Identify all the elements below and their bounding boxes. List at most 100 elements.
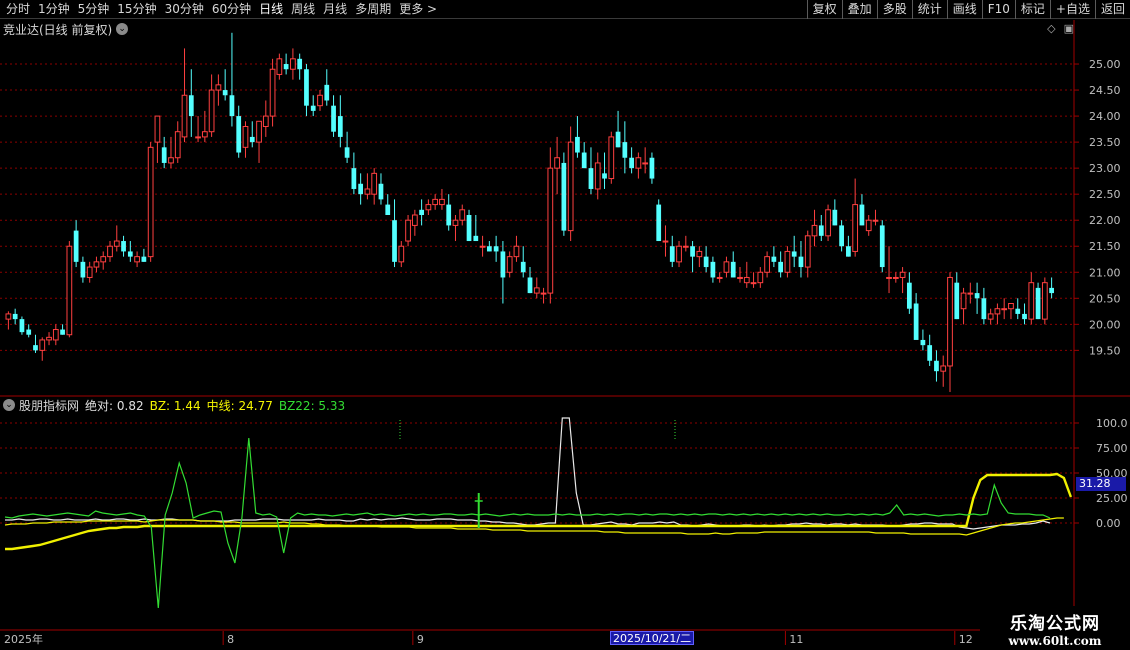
candle-body [602,173,607,179]
candle-body [331,105,336,132]
candle-body [201,131,208,138]
candle-body [567,141,574,232]
candle-body [737,276,743,279]
candle-body [987,313,994,320]
candle-body [818,225,824,236]
candle-body [527,277,533,294]
candle-body [865,219,872,232]
indicator-values: 绝对: 0.82 BZ: 1.44 中线: 24.77 BZ22: 5.33 [85,397,351,414]
candle-body [682,245,689,248]
indicator-field-2: 中线: 24.77 [206,398,273,413]
x-tick-label: 2025年 [4,632,43,646]
candle-body [852,204,859,252]
candle-body [778,261,784,273]
candle-body [236,116,242,153]
candle-body [872,219,879,222]
candle-body [1008,303,1014,310]
candle-body [784,250,791,273]
candle-body [446,204,452,226]
candle-body [811,224,818,237]
candle-body [371,172,378,195]
crosshair-date-label: 2025/10/21/二 [610,631,695,645]
main-y-tick-label: 23.50 [1089,136,1121,149]
main-y-tick-label: 21.50 [1089,240,1121,253]
candle-body [46,336,52,341]
candle-body [317,94,323,107]
candle-body [974,293,980,299]
candle-body [242,126,249,148]
candle-body [879,225,885,268]
candle-body [439,198,445,206]
candle-body [520,261,526,273]
candle-body [195,136,201,139]
stock-chart-app: 分时 1分钟 5分钟 15分钟 30分钟 60分钟 日线 周线 月线 多周期 更多 > 复权 叠加 多股… [0,0,1130,650]
candle-body [839,225,844,247]
candle-body [351,168,357,189]
candle-body [723,261,730,273]
candle-body [710,261,716,278]
indicator-dropdown-icon[interactable]: ⌄ [3,399,15,411]
candle-body [629,157,634,169]
candle-body [662,240,669,243]
indicator-y-tick-label: 0.00 [1096,517,1121,530]
candle-body [304,69,309,106]
candle-body [493,246,499,252]
chart-canvas[interactable]: 19.50 20.00 20.50 21.00 21.50 22.00 22.50 23.00… [0,0,1130,650]
indicator-field-0: 绝对: 0.82 [85,398,144,413]
indicator-field-3: BZ22: 5.33 [278,398,346,413]
candle-body [506,256,513,273]
candle-body [80,261,86,278]
candle-body [392,220,397,262]
watermark-url: www.60lt.com [1008,633,1102,648]
candle-body [696,250,703,258]
main-y-tick-label: 22.00 [1089,214,1121,227]
candle-body [113,240,120,247]
candle-body [208,89,215,133]
current-value-label: 31.28 [1076,477,1126,491]
candle-body [954,282,960,320]
x-tick-label: 8 [227,633,234,646]
candle-body [276,58,283,75]
watermark: 乐淘公式网 www.60lt.com [980,606,1130,650]
candle-body [960,292,967,310]
candle-body [39,339,46,351]
candle-body [899,271,906,278]
candle-body [405,219,411,242]
candle-body [642,162,649,165]
candle-body [656,204,662,242]
candle-body [703,256,709,268]
indicator-name[interactable]: 股朋指标网 [19,397,79,414]
indicator-y-tick-label: 100.0 [1096,417,1128,430]
candle-body [947,276,953,367]
candle-body [100,256,107,263]
candle-body [934,360,939,372]
candle-body [466,215,472,242]
candle-body [920,339,926,346]
candle-body [141,256,147,262]
series-line-2 [5,472,1073,551]
candle-body [486,246,492,252]
candle-body [5,313,12,320]
candle-body [804,235,811,268]
candle-body [249,136,255,143]
candle-body [473,235,479,242]
candle-body [1041,282,1048,320]
candle-body [174,131,181,159]
candle-body [771,256,777,262]
x-tick-label: 11 [789,633,803,646]
candle-body [1022,313,1027,320]
indicator-field-1: BZ: 1.44 [149,398,201,413]
candle-body [575,136,580,153]
candle-body [411,214,418,226]
x-tick-label: 12 [959,633,973,646]
candle-body [764,256,770,273]
candle-body [385,204,391,215]
candle-body [757,271,764,284]
main-y-tick-label: 19.50 [1089,344,1121,357]
watermark-title: 乐淘公式网 [1010,613,1100,634]
candle-body [615,131,621,148]
candle-body [540,292,547,295]
candle-body [419,209,424,215]
candle-body [561,162,567,231]
candle-body [297,58,303,70]
